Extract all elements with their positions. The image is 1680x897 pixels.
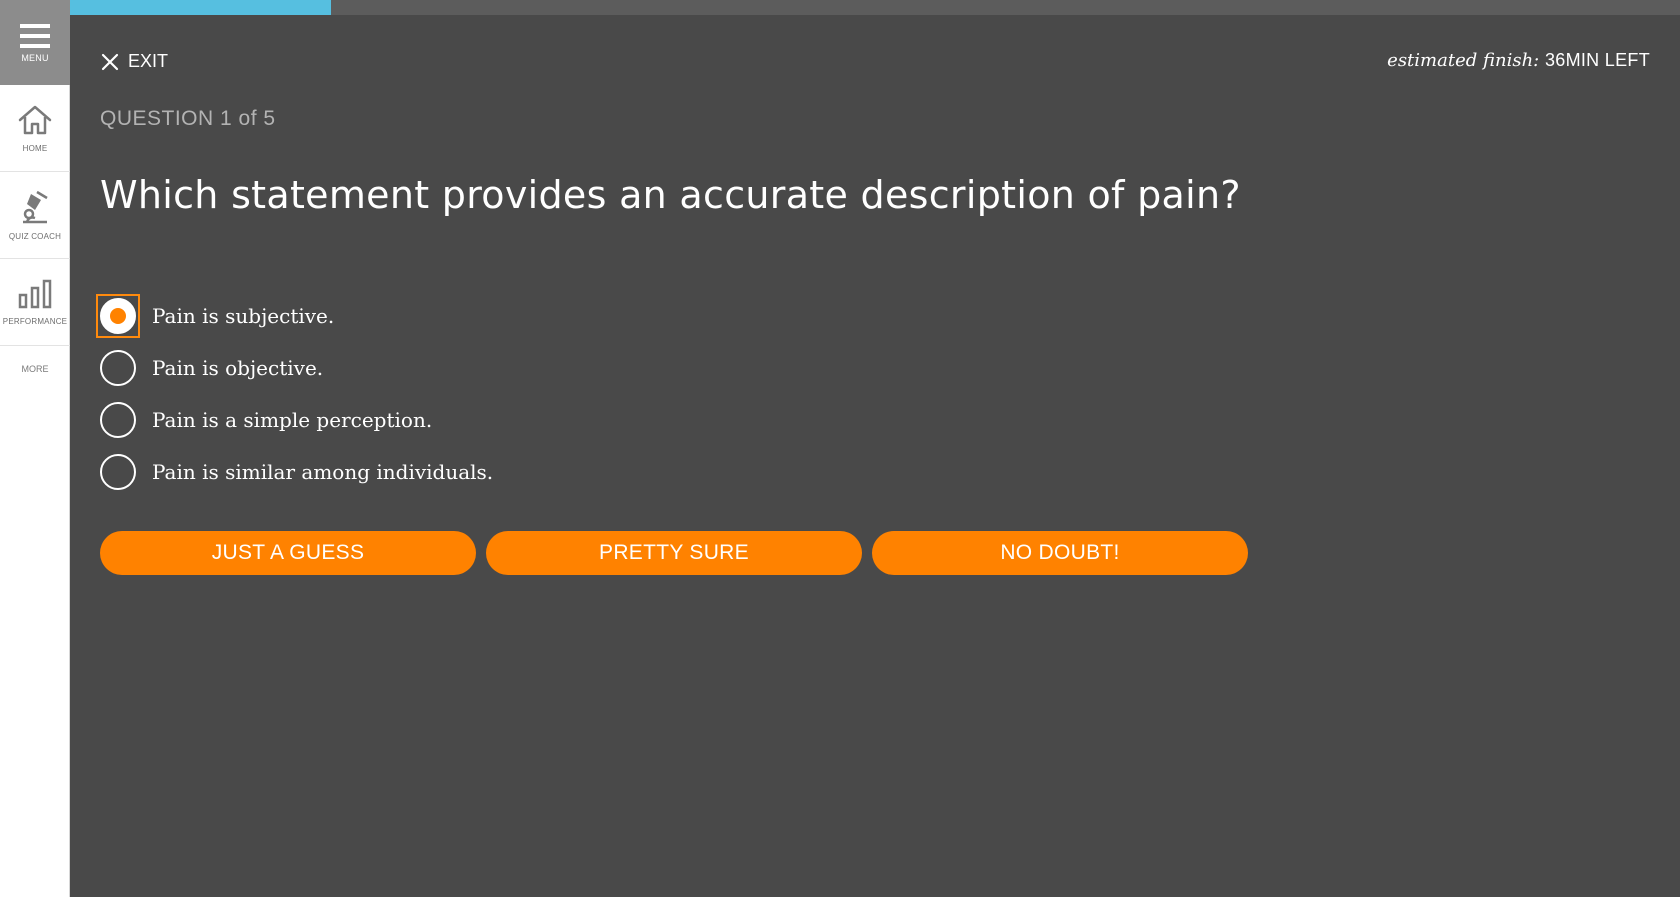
sidebar-item-quiz-coach[interactable]: QUIZ COACH: [0, 172, 70, 259]
sidebar-item-label: HOME: [22, 143, 48, 153]
estimated-finish: estimated finish: 36MIN LEFT: [1387, 50, 1650, 71]
answer-option[interactable]: Pain is subjective.: [96, 290, 493, 342]
just-a-guess-button[interactable]: JUST A GUESS: [100, 531, 476, 575]
sidebar-item-label: QUIZ COACH: [8, 231, 62, 241]
answer-option-label: Pain is a simple perception.: [152, 408, 433, 432]
answer-option[interactable]: Pain is similar among individuals.: [100, 446, 493, 498]
hamburger-icon: [20, 23, 50, 48]
answer-options: Pain is subjective. Pain is objective. P…: [96, 290, 493, 498]
radio-wrap: [96, 450, 140, 494]
exit-button[interactable]: EXIT: [100, 51, 168, 72]
quiz-coach-icon: [23, 190, 48, 223]
sidebar: MENU HOME QUIZ COACH PERFORMANCE MORE: [0, 0, 70, 897]
main-content: EXIT estimated finish: 36MIN LEFT QUESTI…: [70, 15, 1680, 897]
radio-button[interactable]: [100, 454, 136, 490]
exit-label: EXIT: [128, 51, 169, 71]
answer-option-label: Pain is similar among individuals.: [152, 460, 494, 484]
answer-option[interactable]: Pain is a simple perception.: [100, 394, 493, 446]
sidebar-item-label: PERFORMANCE: [2, 316, 68, 326]
question-counter: QUESTION 1 of 5: [100, 107, 276, 130]
radio-dot: [110, 308, 126, 324]
menu-label: MENU: [21, 52, 49, 63]
estimate-prefix: estimated finish:: [1387, 50, 1540, 71]
bar-chart-icon: [18, 279, 52, 308]
pretty-sure-button[interactable]: PRETTY SURE: [486, 531, 862, 575]
radio-wrap: [96, 346, 140, 390]
confidence-buttons: JUST A GUESS PRETTY SURE NO DOUBT!: [100, 531, 1258, 575]
home-icon: [18, 105, 52, 134]
answer-option-label: Pain is subjective.: [152, 304, 335, 328]
answer-option-label: Pain is objective.: [152, 356, 324, 380]
sidebar-item-more[interactable]: MORE: [0, 346, 70, 392]
radio-wrap: [96, 398, 140, 442]
no-doubt-button[interactable]: NO DOUBT!: [872, 531, 1248, 575]
sidebar-item-performance[interactable]: PERFORMANCE: [0, 259, 70, 346]
radio-button-selected[interactable]: [100, 298, 136, 334]
answer-option[interactable]: Pain is objective.: [100, 342, 493, 394]
radio-button[interactable]: [100, 402, 136, 438]
quiz-progress-fill: [70, 0, 331, 15]
radio-focus-ring: [96, 294, 140, 338]
quiz-progress-bar: [70, 0, 1680, 15]
menu-button[interactable]: MENU: [0, 0, 70, 85]
estimate-value: 36MIN LEFT: [1544, 50, 1650, 70]
quiz-app: MENU HOME QUIZ COACH PERFORMANCE MORE EX…: [0, 0, 1680, 897]
question-text: Which statement provides an accurate des…: [100, 173, 1241, 217]
sidebar-item-home[interactable]: HOME: [0, 85, 70, 172]
close-icon: [101, 53, 119, 70]
radio-button[interactable]: [100, 350, 136, 386]
